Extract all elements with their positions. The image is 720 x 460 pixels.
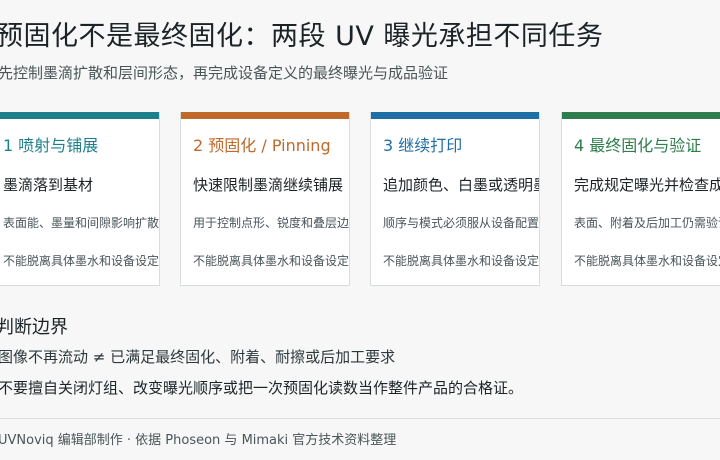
judgement-line-2: 不要擅自关闭灯组、改变曝光顺序或把一次预固化读数当作整件产品的合格证。 xyxy=(0,379,524,397)
card-step-label: 1 喷射与铺展 xyxy=(3,136,99,155)
card-step-label: 4 最终固化与验证 xyxy=(574,136,702,155)
card-pinning: 2 预固化 / Pinning 快速限制墨滴继续铺展 用于控制点形、锐度和叠层边… xyxy=(180,112,350,286)
card-step-label: 2 预固化 / Pinning xyxy=(193,136,331,155)
card-heading: 墨滴落到基材 xyxy=(3,176,94,194)
page-title: 预固化不是最终固化：两段 UV 曝光承担不同任务 xyxy=(0,21,604,52)
card-accent-bar xyxy=(562,112,720,119)
card-jetting: 1 喷射与铺展 墨滴落到基材 表面能、墨量和间隙影响扩散 不能脱离具体墨水和设备… xyxy=(0,112,160,286)
footer-divider xyxy=(0,418,720,419)
card-note: 不能脱离具体墨水和设备设定 xyxy=(193,254,350,268)
card-description: 表面能、墨量和间隙影响扩散 xyxy=(3,216,160,230)
card-step-label: 3 继续打印 xyxy=(383,136,463,155)
card-note: 不能脱离具体墨水和设备设定 xyxy=(3,254,160,268)
card-continue-printing: 3 继续打印 追加颜色、白墨或透明墨 顺序与模式必须服从设备配置 不能脱离具体墨… xyxy=(370,112,540,286)
page-subtitle: 先控制墨滴扩散和层间形态，再完成设备定义的最终曝光与成品验证 xyxy=(0,64,449,82)
card-accent-bar xyxy=(181,112,349,119)
card-description: 顺序与模式必须服从设备配置 xyxy=(383,216,540,230)
card-note: 不能脱离具体墨水和设备设定 xyxy=(574,254,720,268)
card-heading: 追加颜色、白墨或透明墨 xyxy=(383,176,540,194)
footer-credit: UVNoviq 编辑部制作 · 依据 Phoseon 与 Mimaki 官方技术… xyxy=(0,433,397,448)
card-accent-bar xyxy=(0,112,159,119)
judgement-title: 判断边界 xyxy=(0,317,68,338)
judgement-line-1: 图像不再流动 ≠ 已满足最终固化、附着、耐擦或后加工要求 xyxy=(0,348,396,366)
card-description: 用于控制点形、锐度和叠层边界 xyxy=(193,216,350,230)
card-heading: 快速限制墨滴继续铺展 xyxy=(193,176,344,194)
card-accent-bar xyxy=(371,112,539,119)
card-note: 不能脱离具体墨水和设备设定 xyxy=(383,254,540,268)
card-heading: 完成规定曝光并检查成品 xyxy=(574,176,720,194)
card-description: 表面、附着及后加工仍需验证 xyxy=(574,216,720,230)
card-final-cure: 4 最终固化与验证 完成规定曝光并检查成品 表面、附着及后加工仍需验证 不能脱离… xyxy=(561,112,720,286)
